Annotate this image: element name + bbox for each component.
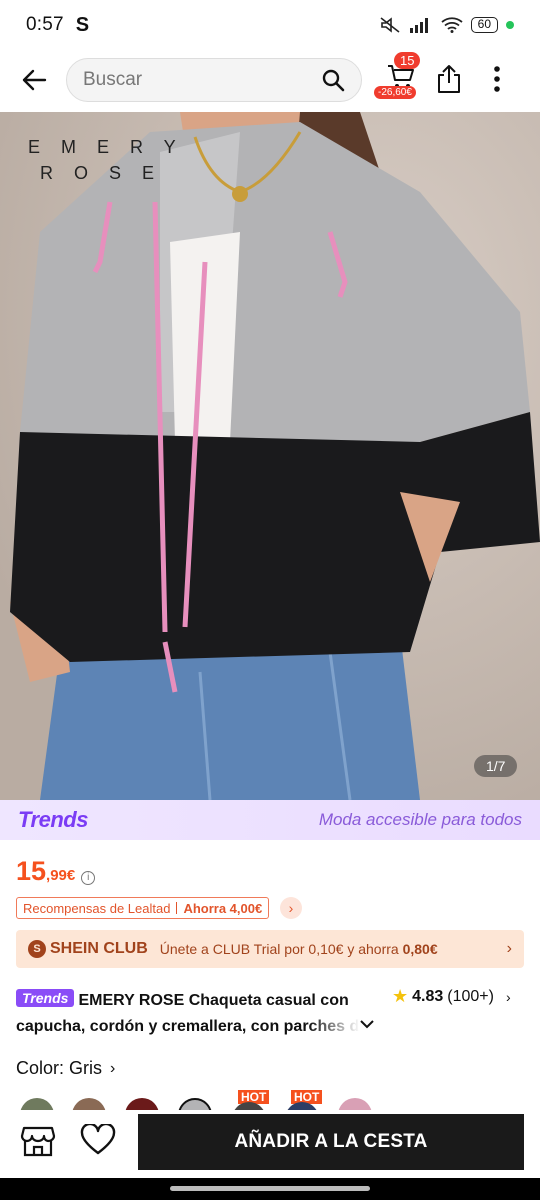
signal-icon	[409, 18, 428, 33]
trends-banner[interactable]: Trends Moda accesible para todos	[0, 800, 540, 840]
status-bar: 0:57 S 60	[0, 0, 540, 50]
review-count: (100+)	[447, 987, 494, 1005]
product-photo	[0, 112, 540, 800]
product-rating[interactable]: ★ 4.83 (100+) ›	[392, 986, 511, 1007]
back-arrow-icon	[22, 69, 47, 91]
battery-indicator: 60	[470, 17, 498, 33]
search-icon[interactable]	[321, 68, 345, 92]
heart-icon	[80, 1122, 116, 1155]
chevron-right-icon[interactable]: ›	[280, 897, 302, 919]
system-navigation-bar	[0, 1178, 540, 1200]
loyalty-rewards-badge[interactable]: Recompensas de Lealtad Ahorra 4,00€	[16, 897, 270, 919]
info-icon[interactable]: i	[81, 870, 96, 885]
store-button[interactable]	[20, 1124, 56, 1158]
loyalty-divider	[176, 902, 178, 914]
status-icons: 60	[379, 16, 514, 34]
mute-icon	[380, 17, 400, 33]
brand-logo-line2: R O S E	[40, 163, 163, 183]
store-icon	[20, 1126, 56, 1157]
color-selector-label[interactable]: Color: Gris ›	[16, 1058, 115, 1079]
club-offer-amount: 0,80€	[402, 941, 438, 957]
product-image-carousel[interactable]: E M E R Y R O S E 1/7	[0, 112, 540, 800]
title-line2: capucha, cordón y cremallera, con parche…	[16, 1018, 360, 1035]
price-main: 15	[16, 856, 47, 886]
bottom-action-bar: AÑADIR A LA CESTA	[0, 1110, 540, 1176]
trends-logo: Trends	[18, 807, 88, 832]
more-icon	[494, 66, 500, 92]
club-badge-icon: S	[28, 940, 46, 958]
top-app-bar: Buscar 15 -26,60€	[0, 52, 540, 110]
cart-button[interactable]: 15 -26,60€	[374, 52, 424, 106]
shein-club-banner[interactable]: S SHEIN CLUB Únete a CLUB Trial por 0,10…	[16, 930, 524, 968]
chevron-down-icon[interactable]	[360, 1016, 374, 1032]
title-line1: EMERY ROSE Chaqueta casual con	[78, 992, 349, 1009]
club-offer-text: Únete a CLUB Trial por 0,10€ y ahorra	[159, 941, 399, 957]
color-label: Color: Gris	[16, 1058, 103, 1078]
trends-tagline: Moda accesible para todos	[318, 810, 522, 829]
share-icon	[438, 65, 460, 93]
product-price: 15 ,99€ i	[16, 856, 96, 887]
color-swatches: HOT HOT	[0, 1090, 540, 1112]
chevron-right-icon: ›	[110, 1059, 116, 1077]
home-gesture-bar[interactable]	[170, 1186, 370, 1191]
wifi-icon	[441, 17, 463, 33]
status-time: 0:57	[26, 14, 64, 35]
star-icon: ★	[392, 986, 409, 1006]
club-brand: SHEIN CLUB	[50, 940, 148, 957]
search-bar[interactable]: Buscar	[66, 58, 362, 102]
trends-chip: Trends	[16, 989, 75, 1007]
wishlist-button[interactable]	[80, 1122, 116, 1158]
more-options-button[interactable]	[492, 64, 512, 96]
image-page-indicator: 1/7	[474, 755, 518, 777]
product-title[interactable]: Trends EMERY ROSE Chaqueta casual con cap…	[16, 988, 376, 1040]
price-cents: ,99€	[46, 867, 76, 884]
chevron-right-icon: ›	[506, 940, 512, 957]
loyalty-label: Recompensas de Lealtad	[23, 900, 171, 916]
add-to-cart-button[interactable]: AÑADIR A LA CESTA	[138, 1114, 524, 1170]
status-dot	[506, 21, 514, 29]
shein-club-logo: S SHEIN CLUB	[28, 940, 148, 958]
cart-count-badge: 15	[394, 52, 421, 69]
loyalty-savings: Ahorra 4,00€	[183, 900, 263, 916]
app-indicator: S	[75, 13, 90, 36]
club-offer: Únete a CLUB Trial por 0,10€ y ahorra 0,…	[160, 941, 438, 957]
back-button[interactable]	[18, 62, 50, 98]
search-input[interactable]: Buscar	[83, 69, 321, 91]
chevron-right-icon: ›	[505, 988, 511, 1005]
cart-discount-badge: -26,60€	[374, 86, 416, 99]
rating-score: 4.83	[412, 987, 444, 1005]
brand-logo: E M E R Y R O S E	[28, 134, 184, 186]
brand-logo-line1: E M E R Y	[28, 137, 184, 157]
share-button[interactable]	[436, 64, 466, 96]
